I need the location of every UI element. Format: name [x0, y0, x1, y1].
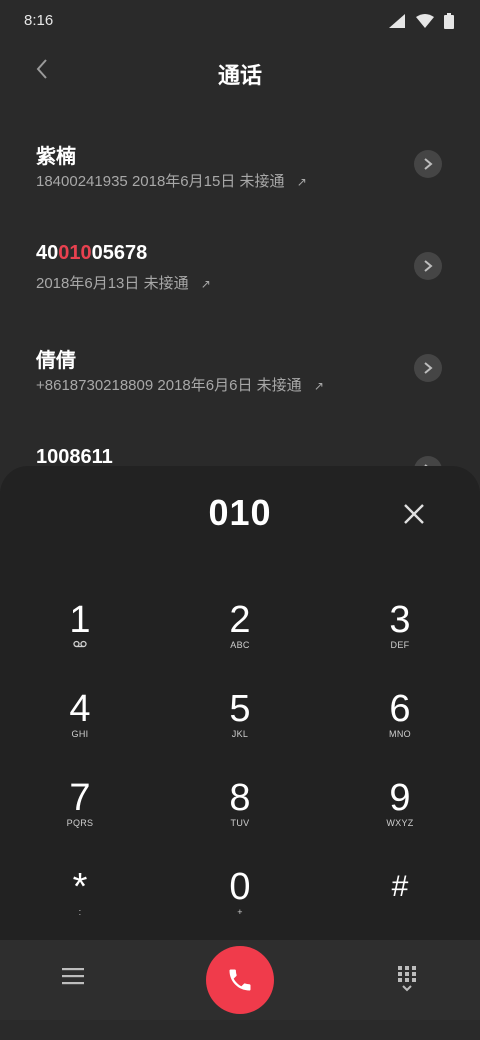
call-log-item[interactable]: 4001005678 2018年6月13日 未接通 ↗	[0, 220, 480, 320]
clear-button[interactable]	[400, 500, 428, 528]
key-digit: 0	[229, 866, 251, 908]
key-letters: +	[237, 907, 243, 917]
key-digit: 3	[389, 599, 411, 641]
call-date: 2018年6月15日	[131, 173, 236, 190]
key-letters: :	[78, 907, 82, 917]
call-date: 2018年6月13日	[36, 275, 140, 292]
key-1[interactable]: 1	[20, 600, 140, 680]
key-8[interactable]: 8 TUV	[180, 778, 300, 858]
key-9[interactable]: 9 WXYZ	[340, 778, 460, 858]
key-letters: DEF	[390, 640, 410, 650]
call-status: 未接通	[143, 275, 189, 292]
contact-name: 紫楠	[36, 146, 76, 168]
key-4[interactable]: 4 GHI	[20, 689, 140, 769]
status-bar: 8:16	[0, 0, 480, 40]
call-detail-button[interactable]	[414, 252, 442, 280]
key-letters: JKL	[231, 729, 249, 739]
key-letters: GHI	[71, 729, 89, 739]
matched-digits: 010	[58, 242, 92, 264]
key-7[interactable]: 7 PQRS	[20, 778, 140, 858]
key-0[interactable]: 0 +	[180, 867, 300, 947]
battery-icon	[444, 12, 454, 29]
key-6[interactable]: 6 MNO	[340, 689, 460, 769]
page-title: 通话	[217, 63, 262, 88]
menu-icon	[62, 968, 84, 985]
call-date: 2018年6月6日	[157, 377, 253, 394]
key-digit: 7	[69, 777, 91, 819]
call-status: 未接通	[239, 173, 285, 190]
phone-number: +8618730218809	[36, 377, 154, 394]
key-star[interactable]: * :	[20, 867, 140, 947]
system-nav-bar	[0, 1020, 480, 1040]
key-digit: 8	[229, 777, 251, 819]
key-5[interactable]: 5 JKL	[180, 689, 300, 769]
call-status: 未接通	[256, 377, 302, 394]
key-digit: 5	[229, 688, 251, 730]
call-log-item[interactable]: 紫楠 18400241935 2018年6月15日 未接通 ↗	[0, 118, 480, 218]
wifi-icon	[415, 13, 434, 28]
dialpad-panel: 010 1 2 ABC 3 DEF 4 GHI 5 JKL 6 MNO 7 PQ…	[0, 466, 480, 940]
keypad-toggle-button[interactable]	[396, 966, 418, 992]
chevron-right-icon	[424, 362, 433, 374]
number-prefix: 40	[36, 242, 59, 264]
contact-name: 4001005678	[36, 242, 147, 265]
call-details: 2018年6月13日 未接通 ↗	[36, 272, 211, 293]
key-digit: 6	[389, 688, 411, 730]
call-button[interactable]	[206, 946, 274, 1014]
key-digit: 1	[69, 599, 91, 641]
key-digit: #	[391, 870, 409, 903]
status-icons	[383, 12, 454, 29]
voicemail-icon	[20, 640, 140, 650]
key-digit: *	[72, 866, 88, 908]
number-suffix: 05678	[91, 242, 148, 264]
contact-name: 倩倩	[36, 350, 76, 372]
key-2[interactable]: 2 ABC	[180, 600, 300, 680]
key-letters: MNO	[389, 729, 411, 739]
key-letters: WXYZ	[386, 818, 414, 828]
key-letters: ABC	[230, 640, 250, 650]
key-digit: 4	[69, 688, 91, 730]
call-log-item[interactable]: 倩倩 +8618730218809 2018年6月6日 未接通 ↗	[0, 322, 480, 422]
key-letters: TUV	[230, 818, 250, 828]
chevron-right-icon	[424, 260, 433, 272]
outgoing-call-icon: ↗	[296, 175, 307, 189]
call-details: 18400241935 2018年6月15日 未接通 ↗	[36, 170, 307, 191]
key-digit: 9	[389, 777, 411, 819]
key-digit: 2	[229, 599, 251, 641]
outgoing-call-icon: ↗	[200, 277, 211, 291]
call-detail-button[interactable]	[414, 150, 442, 178]
outgoing-call-icon: ↗	[313, 379, 324, 393]
status-time: 8:16	[24, 12, 54, 29]
phone-number: 18400241935	[36, 173, 128, 190]
key-3[interactable]: 3 DEF	[340, 600, 460, 680]
chevron-right-icon	[424, 158, 433, 170]
call-details: +8618730218809 2018年6月6日 未接通 ↗	[36, 374, 324, 395]
close-icon	[404, 504, 424, 524]
phone-icon	[229, 969, 251, 991]
call-detail-button[interactable]	[414, 354, 442, 382]
cellular-signal-icon	[389, 13, 406, 28]
bottom-action-bar	[0, 940, 480, 1020]
menu-button[interactable]	[62, 966, 84, 986]
dialpad-icon	[398, 966, 416, 992]
key-hash[interactable]: #	[340, 867, 460, 947]
key-letters: PQRS	[66, 818, 94, 828]
header: 通话	[0, 44, 480, 96]
